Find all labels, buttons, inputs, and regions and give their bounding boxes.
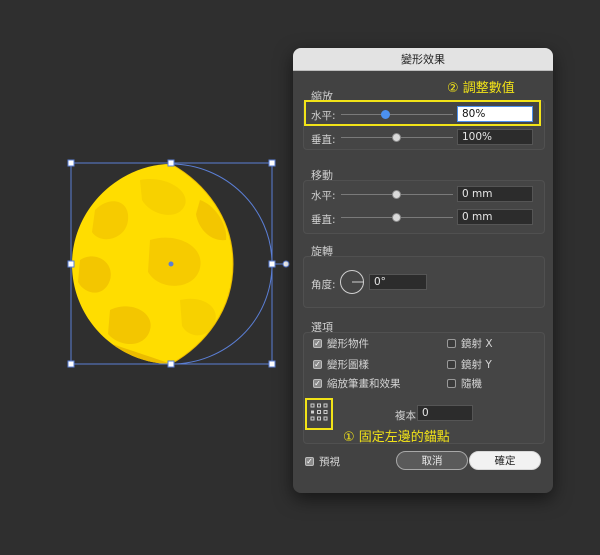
move-horizontal-input[interactable]: 0 mm	[457, 186, 533, 202]
reference-point-locator-icon[interactable]	[310, 403, 328, 421]
rotate-angle-label: 角度:	[311, 279, 336, 291]
checkbox-scale-strokes-effects-label: 縮放筆畫和效果	[327, 378, 401, 390]
unchecked-box-icon[interactable]	[447, 379, 456, 388]
checkbox-transform-patterns[interactable]: ✓ 變形圖樣	[313, 357, 369, 372]
dialog-title: 變形效果	[293, 48, 553, 71]
scale-horizontal-label: 水平:	[311, 110, 336, 122]
scale-horizontal-input[interactable]: 80%	[457, 106, 533, 122]
copies-input[interactable]: 0	[417, 405, 473, 421]
checkbox-random-label: 隨機	[461, 378, 482, 390]
checkbox-transform-objects[interactable]: ✓ 變形物件	[313, 336, 369, 351]
checkbox-reflect-y[interactable]: 鏡射 Y	[447, 357, 492, 372]
unchecked-box-icon[interactable]	[447, 339, 456, 348]
scale-vertical-input[interactable]: 100%	[457, 129, 533, 145]
unchecked-box-icon[interactable]	[447, 360, 456, 369]
checkmark-icon[interactable]: ✓	[313, 360, 322, 369]
checkbox-reflect-x[interactable]: 鏡射 X	[447, 336, 493, 351]
scale-vertical-slider-thumb[interactable]	[392, 133, 401, 142]
move-horizontal-slider-thumb[interactable]	[392, 190, 401, 199]
scale-horizontal-slider-track[interactable]	[341, 114, 453, 115]
copies-label: 複本	[395, 410, 416, 422]
scale-vertical-label: 垂直:	[311, 134, 336, 146]
moon-graphic[interactable]	[72, 163, 234, 365]
checkbox-transform-objects-label: 變形物件	[327, 338, 369, 350]
scale-horizontal-slider-thumb[interactable]	[381, 110, 390, 119]
checkbox-reflect-x-label: 鏡射 X	[461, 338, 493, 350]
angle-dial-icon[interactable]	[339, 269, 365, 295]
move-horizontal-label: 水平:	[311, 190, 336, 202]
checkmark-icon[interactable]: ✓	[313, 379, 322, 388]
ok-button[interactable]: 確定	[469, 451, 541, 470]
move-vertical-input[interactable]: 0 mm	[457, 209, 533, 225]
annotation-step-1: ① 固定左邊的錨點	[343, 430, 450, 445]
checkbox-transform-patterns-label: 變形圖樣	[327, 359, 369, 371]
checkbox-preview[interactable]: ✓ 預視	[305, 454, 340, 469]
checkmark-icon[interactable]: ✓	[313, 339, 322, 348]
cancel-button[interactable]: 取消	[396, 451, 468, 470]
checkbox-preview-label: 預視	[319, 456, 340, 468]
move-vertical-label: 垂直:	[311, 214, 336, 226]
checkbox-scale-strokes-effects[interactable]: ✓ 縮放筆畫和效果	[313, 376, 401, 391]
annotation-step-2: ② 調整數值	[447, 81, 515, 96]
center-point	[168, 261, 174, 267]
rotate-angle-input[interactable]: 0°	[369, 274, 427, 290]
checkbox-random[interactable]: 隨機	[447, 376, 482, 391]
checkbox-reflect-y-label: 鏡射 Y	[461, 359, 492, 371]
move-vertical-slider-thumb[interactable]	[392, 213, 401, 222]
checkmark-icon[interactable]: ✓	[305, 457, 314, 466]
